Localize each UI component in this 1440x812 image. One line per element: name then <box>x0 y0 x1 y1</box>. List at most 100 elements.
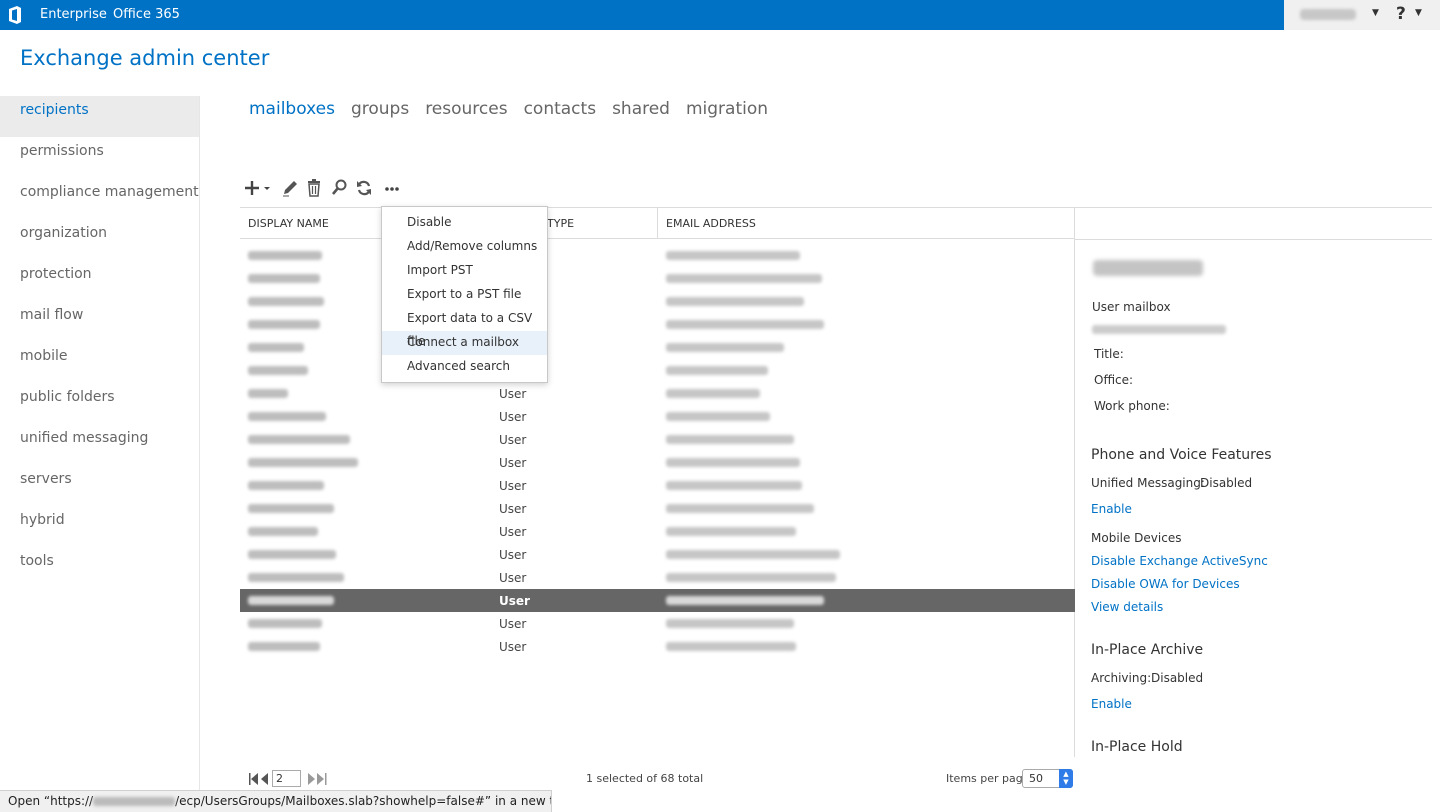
row-type: User <box>499 502 527 516</box>
nav-item-compliance-management[interactable]: compliance management <box>0 178 199 219</box>
column-email-address[interactable]: EMAIL ADDRESS <box>666 217 756 230</box>
tab-resources[interactable]: resources <box>425 99 507 119</box>
add-icon[interactable] <box>245 178 273 198</box>
column-display-name[interactable]: DISPLAY NAME <box>248 217 329 230</box>
delete-icon[interactable] <box>306 178 322 198</box>
table-row[interactable] <box>240 336 1075 359</box>
nav-item-mobile[interactable]: mobile <box>0 342 199 383</box>
archive-enable-link[interactable]: Enable <box>1091 697 1132 711</box>
nav-item-servers[interactable]: servers <box>0 465 199 506</box>
nav-item-mail-flow[interactable]: mail flow <box>0 301 199 342</box>
tab-bar: mailboxes groups resources contacts shar… <box>249 99 784 119</box>
tab-groups[interactable]: groups <box>351 99 409 119</box>
nav-item-organization[interactable]: organization <box>0 219 199 260</box>
tab-shared[interactable]: shared <box>612 99 670 119</box>
grid-rows: User User User User User User User User … <box>240 244 1075 658</box>
menu-item-disable[interactable]: Disable <box>382 211 547 235</box>
title-label: Title: <box>1094 347 1124 361</box>
refresh-icon[interactable] <box>355 178 373 198</box>
page-title: Exchange admin center <box>20 46 270 70</box>
menu-item-import-pst[interactable]: Import PST <box>382 259 547 283</box>
user-menu[interactable]: ▼ ? ▼ <box>1284 0 1440 30</box>
menu-item-advanced-search[interactable]: Advanced search <box>382 355 547 379</box>
page-number-input[interactable]: 2 <box>272 770 301 787</box>
table-row[interactable]: User <box>240 405 1075 428</box>
nav-item-tools[interactable]: tools <box>0 547 199 588</box>
user-name[interactable] <box>1300 9 1356 20</box>
browser-status-bar: Open “https:// /ecp/UsersGroups/Mailboxes… <box>0 790 552 812</box>
nav-item-recipients[interactable]: recipients <box>0 96 199 137</box>
unified-messaging-value: Disabled <box>1200 476 1253 490</box>
unified-messaging-label: Unified Messaging: <box>1091 476 1205 490</box>
top-bar: Enterprise Office 365 ▼ ? ▼ <box>0 0 1440 30</box>
phone-voice-heading: Phone and Voice Features <box>1091 447 1272 463</box>
row-type: User <box>499 479 527 493</box>
search-icon[interactable] <box>331 178 347 198</box>
table-row[interactable]: User <box>240 612 1075 635</box>
table-row[interactable]: User <box>240 543 1075 566</box>
row-type: User <box>499 525 527 539</box>
last-page-icon[interactable] <box>306 772 328 786</box>
table-row[interactable]: User <box>240 497 1075 520</box>
table-row[interactable]: User <box>240 451 1075 474</box>
first-page-icon[interactable] <box>248 772 270 786</box>
chevron-down-icon[interactable]: ▼ <box>1415 8 1422 18</box>
mailbox-grid: DISPLAY NAME TYPE EMAIL ADDRESS User Use… <box>240 207 1075 757</box>
disable-owa-link[interactable]: Disable OWA for Devices <box>1091 577 1240 591</box>
office-label: Office: <box>1094 373 1134 387</box>
row-type: User <box>499 456 527 470</box>
row-type: User <box>499 594 530 608</box>
table-row[interactable] <box>240 313 1075 336</box>
work-phone-label: Work phone: <box>1094 399 1170 413</box>
left-nav: recipients permissions compliance manage… <box>0 96 200 812</box>
details-pane: User mailbox Title: Office: Work phone: … <box>1075 207 1432 812</box>
table-row[interactable] <box>240 290 1075 313</box>
nav-item-permissions[interactable]: permissions <box>0 137 199 178</box>
column-divider <box>657 208 658 239</box>
enterprise-link[interactable]: Enterprise <box>40 7 107 22</box>
office365-link[interactable]: Office 365 <box>113 7 180 22</box>
nav-item-public-folders[interactable]: public folders <box>0 383 199 424</box>
table-row[interactable]: User <box>240 382 1075 405</box>
menu-item-connect-mailbox[interactable]: Connect a mailbox <box>382 331 547 355</box>
table-row[interactable]: User <box>240 428 1075 451</box>
tab-migration[interactable]: migration <box>686 99 768 119</box>
nav-item-hybrid[interactable]: hybrid <box>0 506 199 547</box>
table-row[interactable]: User <box>240 520 1075 543</box>
grid-header: DISPLAY NAME TYPE EMAIL ADDRESS <box>240 208 1075 239</box>
more-icon[interactable] <box>383 178 401 198</box>
tab-mailboxes[interactable]: mailboxes <box>249 99 335 119</box>
chevron-down-icon[interactable]: ▼ <box>1372 8 1379 18</box>
items-per-page-select[interactable]: 50 ▲ ▼ <box>1022 769 1073 788</box>
pager: 2 1 selected of 68 total Items per page … <box>240 768 1075 790</box>
edit-icon[interactable] <box>281 178 299 198</box>
menu-item-export-csv[interactable]: Export data to a CSV file <box>382 307 547 348</box>
menu-item-export-pst[interactable]: Export to a PST file <box>382 283 547 307</box>
details-email <box>1092 325 1226 334</box>
in-place-hold-heading: In-Place Hold <box>1091 739 1183 755</box>
spinner-arrows-icon[interactable]: ▲ ▼ <box>1059 769 1073 788</box>
nav-item-protection[interactable]: protection <box>0 260 199 301</box>
tab-contacts[interactable]: contacts <box>524 99 596 119</box>
help-icon[interactable]: ? <box>1396 4 1406 24</box>
office-logo-icon[interactable] <box>7 6 23 24</box>
row-type: User <box>499 640 527 654</box>
table-row[interactable] <box>240 244 1075 267</box>
disable-activesync-link[interactable]: Disable Exchange ActiveSync <box>1091 554 1268 568</box>
view-details-link[interactable]: View details <box>1091 600 1163 614</box>
column-type[interactable]: TYPE <box>547 217 574 230</box>
table-row[interactable]: User <box>240 474 1075 497</box>
row-type: User <box>499 387 527 401</box>
row-type: User <box>499 433 527 447</box>
table-row[interactable] <box>240 267 1075 290</box>
archiving-label: Archiving: <box>1091 671 1152 685</box>
nav-item-unified-messaging[interactable]: unified messaging <box>0 424 199 465</box>
um-enable-link[interactable]: Enable <box>1091 502 1132 516</box>
mailbox-type: User mailbox <box>1092 300 1171 314</box>
table-row[interactable]: User <box>240 635 1075 658</box>
table-row[interactable]: User <box>240 566 1075 589</box>
menu-item-add-remove-columns[interactable]: Add/Remove columns <box>382 235 547 259</box>
table-row[interactable] <box>240 359 1075 382</box>
table-row-selected[interactable]: User <box>240 589 1075 612</box>
more-actions-menu: Disable Add/Remove columns Import PST Ex… <box>381 206 548 383</box>
